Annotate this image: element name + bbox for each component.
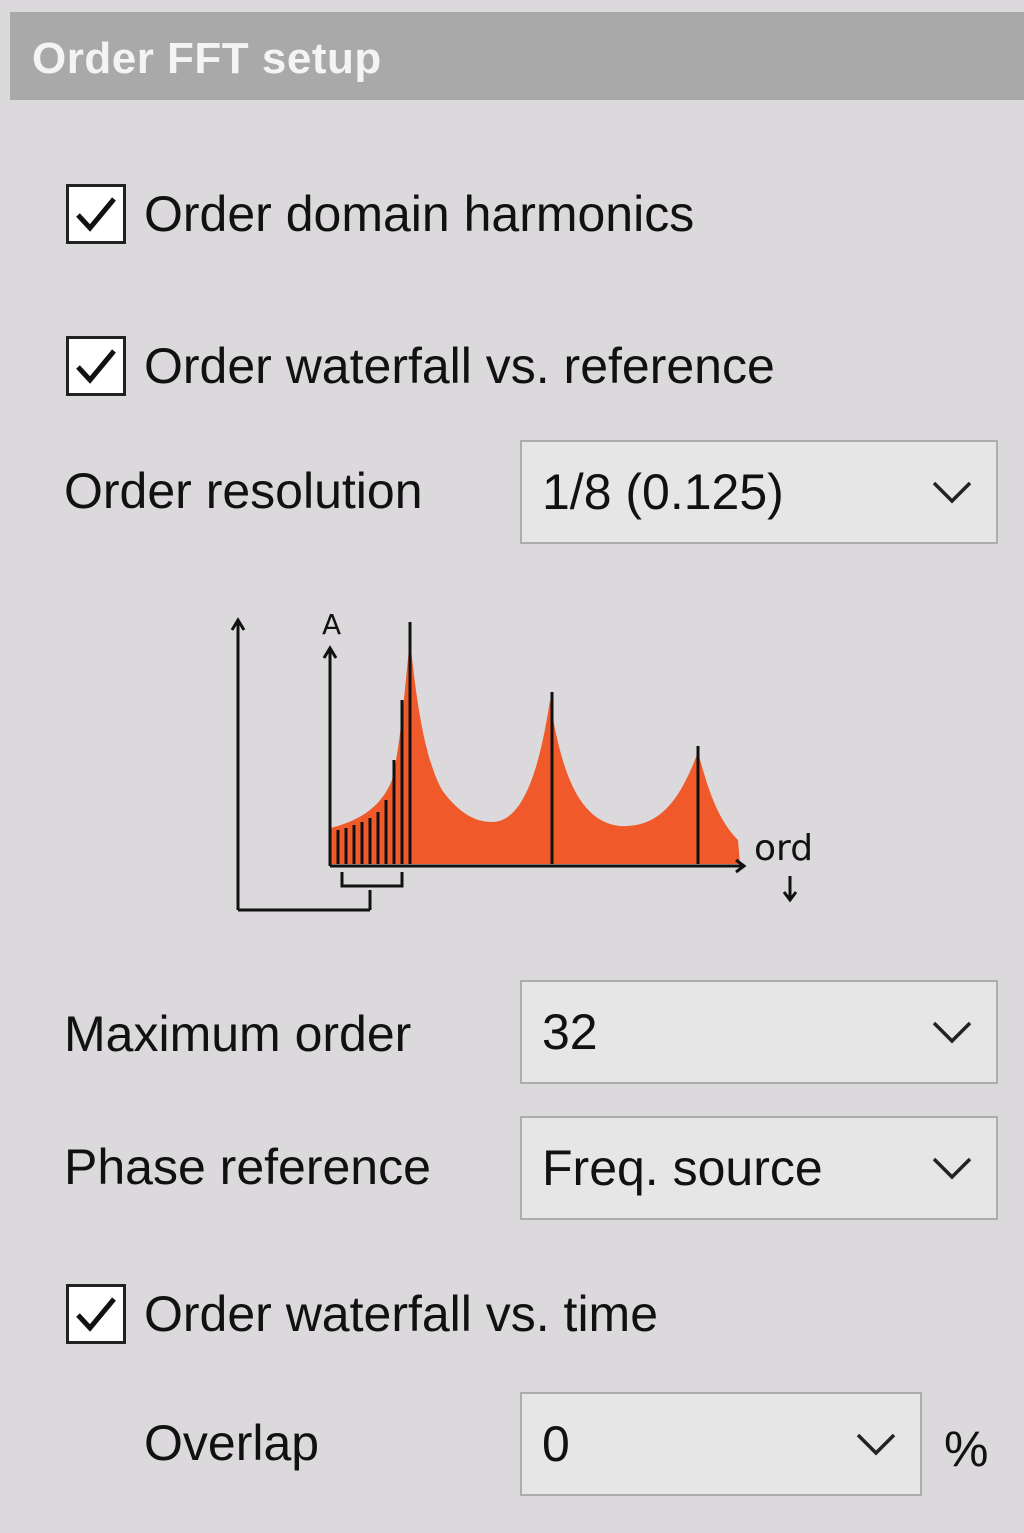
order-resolution-label: Order resolution: [64, 463, 423, 519]
panel-header: Order FFT setup: [10, 12, 1024, 100]
overlap-label: Overlap: [144, 1415, 320, 1471]
diagram-axes: [230, 617, 747, 912]
chevron-down-icon: [932, 481, 972, 504]
down-arrow-icon: [782, 876, 798, 903]
chevron-down-icon: [932, 1021, 972, 1044]
spectrum-area: [330, 642, 740, 864]
checkmark-icon: [76, 197, 116, 232]
chevron-down-icon: [932, 1157, 972, 1180]
overlap-select[interactable]: 0: [520, 1392, 922, 1496]
phase-reference-value: Freq. source: [542, 1140, 823, 1196]
x-axis-label: ord: [754, 828, 813, 869]
harmonics-option[interactable]: Order domain harmonics: [66, 184, 694, 244]
overlap-unit: %: [944, 1421, 989, 1477]
order-resolution-value: 1/8 (0.125): [542, 464, 784, 520]
waterfall-ref-label: Order waterfall vs. reference: [144, 338, 775, 394]
chevron-down-icon: [856, 1433, 896, 1456]
phase-reference-label: Phase reference: [64, 1139, 431, 1195]
y-axis-label: A: [322, 608, 341, 641]
maximum-order-label: Maximum order: [64, 1006, 412, 1062]
maximum-order-value: 32: [542, 1004, 598, 1060]
waterfall-time-label: Order waterfall vs. time: [144, 1286, 659, 1342]
checkmark-icon: [76, 1297, 116, 1332]
waterfall-time-checkbox[interactable]: [66, 1284, 126, 1344]
maximum-order-select[interactable]: 32: [520, 980, 998, 1084]
phase-reference-select[interactable]: Freq. source: [520, 1116, 998, 1220]
waterfall-ref-option[interactable]: Order waterfall vs. reference: [66, 336, 775, 396]
order-resolution-select[interactable]: 1/8 (0.125): [520, 440, 998, 544]
waterfall-time-option[interactable]: Order waterfall vs. time: [66, 1284, 658, 1344]
overlap-value: 0: [542, 1416, 570, 1472]
harmonics-checkbox[interactable]: [66, 184, 126, 244]
panel-title: Order FFT setup: [32, 34, 382, 83]
waterfall-ref-checkbox[interactable]: [66, 336, 126, 396]
order-resolution-diagram: A ord: [230, 608, 813, 912]
harmonics-label: Order domain harmonics: [144, 186, 695, 242]
checkmark-icon: [76, 349, 116, 384]
